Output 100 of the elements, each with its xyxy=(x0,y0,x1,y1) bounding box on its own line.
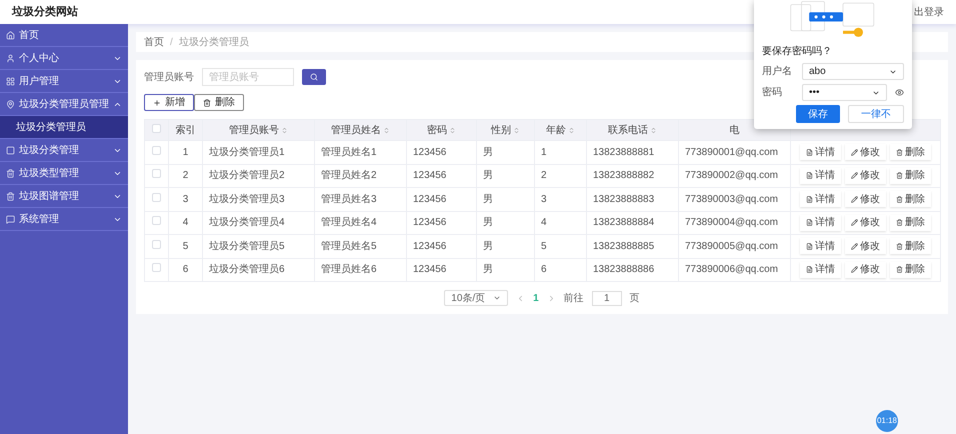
row-action-button[interactable]: 详情 xyxy=(800,191,841,208)
sidebar-subitem[interactable]: 垃圾分类管理员 xyxy=(0,116,128,139)
row-action-button[interactable]: 修改 xyxy=(845,262,886,278)
table-cell: 773890004@qq.com xyxy=(678,211,790,234)
row-action-button[interactable]: 删除 xyxy=(890,191,931,208)
table-cell: 773890006@qq.com xyxy=(678,258,790,282)
row-action-button[interactable]: 删除 xyxy=(890,168,931,184)
popup-title: 要保存密码吗？ xyxy=(762,44,833,59)
column-header[interactable]: 管理员姓名 xyxy=(314,120,406,140)
table-cell: 123456 xyxy=(406,164,476,188)
sidebar-item[interactable]: 垃圾图谱管理 xyxy=(0,185,128,208)
save-button[interactable]: 保存 xyxy=(796,105,840,123)
table-cell: 1 xyxy=(534,140,586,164)
timer-badge: 01:18 xyxy=(876,410,898,432)
table-cell: 123456 xyxy=(406,140,476,164)
search-field[interactable]: 管理员账号 xyxy=(202,68,294,86)
site-title: 垃圾分类网站 xyxy=(12,4,78,20)
row-action-button[interactable]: 详情 xyxy=(800,214,841,231)
table-cell: 773890003@qq.com xyxy=(678,188,790,211)
table-cell: 6 xyxy=(168,258,202,282)
table-cell: 13823888883 xyxy=(586,188,678,211)
table-cell: 5 xyxy=(168,234,202,258)
table-cell: 3 xyxy=(534,188,586,211)
table-cell: 1 xyxy=(168,140,202,164)
table-cell: 垃圾分类管理员6 xyxy=(202,258,314,282)
row-action-button[interactable]: 修改 xyxy=(845,168,886,184)
table-cell: 13823888886 xyxy=(586,258,678,282)
row-action-button[interactable]: 修改 xyxy=(845,144,886,160)
never-button[interactable]: 一律不 xyxy=(848,105,904,123)
table-cell: 垃圾分类管理员3 xyxy=(202,188,314,211)
table-cell: 男 xyxy=(476,140,534,164)
table-cell: 管理员姓名4 xyxy=(314,211,406,234)
search-label: 管理员账号 xyxy=(144,70,194,84)
sidebar-item[interactable]: 系统管理 xyxy=(0,208,128,231)
password-label: 密码 xyxy=(762,86,783,100)
breadcrumb-separator: / xyxy=(170,36,173,50)
table-cell: 6 xyxy=(534,258,586,282)
row-action-button[interactable]: 删除 xyxy=(890,238,931,254)
table-cell: 3 xyxy=(168,188,202,211)
table-cell: 垃圾分类管理员4 xyxy=(202,211,314,234)
row-action-button[interactable]: 详情 xyxy=(800,238,841,254)
table-cell: 4 xyxy=(168,211,202,234)
table-cell: 123456 xyxy=(406,258,476,282)
table-cell: 13823888881 xyxy=(586,140,678,164)
table-cell: 13823888882 xyxy=(586,164,678,188)
table-cell: 男 xyxy=(476,164,534,188)
page-size-select[interactable]: 10条/页 xyxy=(444,290,508,306)
table-cell: 123456 xyxy=(406,188,476,211)
goto-suffix: 页 xyxy=(630,292,640,306)
password-select[interactable]: ••• xyxy=(802,84,887,101)
column-header[interactable]: 联系电话 xyxy=(586,120,678,140)
row-action-button[interactable]: 详情 xyxy=(800,262,841,278)
table-cell: 男 xyxy=(476,188,534,211)
row-action-button[interactable]: 删除 xyxy=(890,144,931,160)
table-cell: 男 xyxy=(476,211,534,234)
row-action-button[interactable]: 修改 xyxy=(845,238,886,254)
table-cell: 管理员姓名6 xyxy=(314,258,406,282)
column-header[interactable]: 密码 xyxy=(406,120,476,140)
table-cell: 管理员姓名1 xyxy=(314,140,406,164)
table-cell: 管理员姓名3 xyxy=(314,188,406,211)
row-action-button[interactable]: 详情 xyxy=(800,144,841,160)
table-cell: 垃圾分类管理员1 xyxy=(202,140,314,164)
table-cell: 4 xyxy=(534,211,586,234)
column-header[interactable]: 性别 xyxy=(476,120,534,140)
column-header[interactable]: 管理员账号 xyxy=(202,120,314,140)
add-button[interactable]: 新增 xyxy=(144,94,194,111)
table-cell: 2 xyxy=(168,164,202,188)
goto-label: 前往 xyxy=(564,292,584,306)
table-cell: 13823888884 xyxy=(586,211,678,234)
goto-page-field[interactable]: 1 xyxy=(592,290,622,306)
table-cell: 5 xyxy=(534,234,586,258)
sidebar-item[interactable]: 个人中心 xyxy=(0,47,128,70)
table-cell: 123456 xyxy=(406,211,476,234)
row-action-button[interactable]: 详情 xyxy=(800,168,841,184)
sidebar-item[interactable]: 垃圾类型管理 xyxy=(0,162,128,185)
table-cell: 13823888885 xyxy=(586,234,678,258)
table-cell: 垃圾分类管理员2 xyxy=(202,164,314,188)
delete-button[interactable]: 删除 xyxy=(194,94,244,111)
table-cell: 773890001@qq.com xyxy=(678,140,790,164)
table-cell: 男 xyxy=(476,258,534,282)
row-action-button[interactable]: 删除 xyxy=(890,262,931,278)
table-cell: 管理员姓名2 xyxy=(314,164,406,188)
column-header[interactable]: 年龄 xyxy=(534,120,586,140)
row-action-button[interactable]: 修改 xyxy=(845,214,886,231)
row-action-button[interactable]: 修改 xyxy=(845,191,886,208)
sidebar-item[interactable]: 用户管理 xyxy=(0,70,128,93)
sidebar-item[interactable]: 垃圾分类管理 xyxy=(0,139,128,162)
row-action-button[interactable]: 删除 xyxy=(890,214,931,231)
table-cell: 773890002@qq.com xyxy=(678,164,790,188)
logout-link[interactable]: 出登录 xyxy=(914,4,944,20)
breadcrumb-item[interactable]: 首页 xyxy=(144,34,164,50)
username-select[interactable]: abo xyxy=(802,63,904,80)
table-cell: 管理员姓名5 xyxy=(314,234,406,258)
sidebar-item[interactable]: 首页 xyxy=(0,24,128,47)
table-cell: 2 xyxy=(534,164,586,188)
table-cell: 123456 xyxy=(406,234,476,258)
table-cell: 男 xyxy=(476,234,534,258)
username-label: 用户名 xyxy=(762,64,793,79)
table-cell: 垃圾分类管理员5 xyxy=(202,234,314,258)
table-cell: 773890005@qq.com xyxy=(678,234,790,258)
